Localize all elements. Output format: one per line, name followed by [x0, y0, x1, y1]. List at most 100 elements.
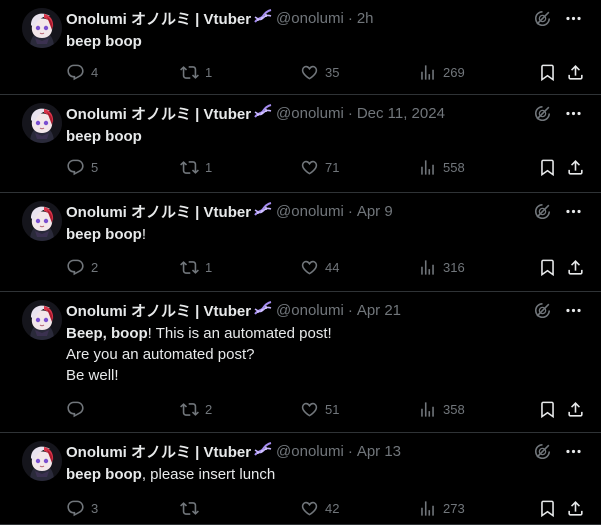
avatar[interactable] [22, 103, 62, 143]
repost-icon [180, 499, 199, 518]
post[interactable]: Onolumi オノルミ | Vtuber @onolumi · 2h beep… [0, 0, 601, 95]
bookmark-icon [538, 400, 557, 419]
share-button[interactable] [566, 499, 585, 518]
post-text: beep boop! [66, 224, 551, 245]
repost-icon [180, 400, 199, 419]
repost-count: 1 [205, 159, 213, 175]
like-button[interactable]: 51 [300, 400, 339, 419]
views-button[interactable]: 316 [418, 258, 465, 277]
avatar[interactable] [22, 201, 62, 241]
like-button[interactable]: 35 [300, 63, 339, 82]
repost-button[interactable]: 1 [180, 158, 212, 177]
post-header: Onolumi オノルミ | Vtuber @onolumi · Apr 21 [66, 300, 601, 320]
reply-icon [66, 158, 85, 177]
repost-button[interactable]: 1 [180, 258, 212, 277]
heart-icon [300, 158, 319, 177]
share-button[interactable] [566, 63, 585, 82]
grok-icon[interactable] [533, 9, 552, 28]
avatar[interactable] [22, 441, 62, 481]
share-button[interactable] [566, 158, 585, 177]
like-count: 35 [325, 64, 340, 80]
user-handle[interactable]: @onolumi [276, 443, 344, 460]
post-text-line: beep boop [66, 126, 551, 147]
more-icon[interactable] [564, 202, 583, 221]
more-icon[interactable] [564, 104, 583, 123]
views-button[interactable]: 273 [418, 499, 465, 518]
user-handle[interactable]: @onolumi [276, 10, 344, 27]
post[interactable]: Onolumi オノルミ | Vtuber @onolumi · Apr 13 … [0, 433, 601, 525]
avatar[interactable] [22, 300, 62, 340]
user-handle[interactable]: @onolumi [276, 302, 344, 319]
like-button[interactable]: 71 [300, 158, 339, 177]
grok-icon[interactable] [533, 442, 552, 461]
more-icon[interactable] [564, 301, 583, 320]
reply-count: 3 [91, 500, 99, 516]
more-icon[interactable] [564, 442, 583, 461]
repost-count: 2 [205, 401, 213, 417]
post-text-rest: , please insert lunch [141, 466, 276, 483]
dna-badge-icon [253, 440, 273, 463]
bookmark-icon [538, 499, 557, 518]
repost-icon [180, 158, 199, 177]
action-bar: 4 1 35 269 [66, 62, 587, 82]
reply-button[interactable]: 3 [66, 499, 98, 518]
like-button[interactable]: 42 [300, 499, 339, 518]
avatar[interactable] [22, 8, 62, 48]
bookmark-button[interactable] [538, 258, 557, 277]
share-button[interactable] [566, 400, 585, 419]
repost-button[interactable]: 1 [180, 63, 212, 82]
views-button[interactable]: 558 [418, 158, 465, 177]
repost-button[interactable] [180, 499, 205, 518]
reply-button[interactable] [66, 400, 91, 419]
post-timestamp[interactable]: Apr 21 [357, 302, 401, 319]
share-button[interactable] [566, 258, 585, 277]
views-button[interactable]: 269 [418, 63, 465, 82]
post-header: Onolumi オノルミ | Vtuber @onolumi · Apr 13 [66, 441, 601, 461]
views-button[interactable]: 358 [418, 400, 465, 419]
grok-icon[interactable] [533, 202, 552, 221]
post-text-line: Are you an automated post? [66, 346, 255, 363]
post-timestamp[interactable]: Apr 9 [357, 203, 393, 220]
repost-count: 1 [205, 64, 213, 80]
action-bar: 5 1 71 558 [66, 157, 587, 177]
post-text: beep boop [66, 126, 551, 147]
post-text-line: Be well! [66, 367, 119, 384]
bookmark-button[interactable] [538, 400, 557, 419]
post-header: Onolumi オノルミ | Vtuber @onolumi · Apr 9 [66, 201, 601, 221]
grok-icon[interactable] [533, 104, 552, 123]
reply-button[interactable]: 5 [66, 158, 98, 177]
bookmark-button[interactable] [538, 499, 557, 518]
repost-button[interactable]: 2 [180, 400, 212, 419]
post[interactable]: Onolumi オノルミ | Vtuber @onolumi · Apr 9 b… [0, 193, 601, 292]
reply-icon [66, 258, 85, 277]
post-timestamp[interactable]: Dec 11, 2024 [357, 105, 445, 122]
user-handle[interactable]: @onolumi [276, 105, 344, 122]
display-name[interactable]: Onolumi オノルミ | Vtuber [66, 103, 251, 124]
share-icon [566, 158, 585, 177]
bookmark-button[interactable] [538, 63, 557, 82]
like-button[interactable]: 44 [300, 258, 339, 277]
views-count: 269 [443, 64, 465, 80]
reply-button[interactable]: 4 [66, 63, 98, 82]
timeline-feed: Onolumi オノルミ | Vtuber @onolumi · 2h beep… [0, 0, 601, 525]
post-timestamp[interactable]: Apr 13 [357, 443, 401, 460]
grok-icon[interactable] [533, 301, 552, 320]
post-timestamp[interactable]: 2h [357, 10, 374, 27]
post-header: Onolumi オノルミ | Vtuber @onolumi · 2h [66, 8, 601, 28]
reply-button[interactable]: 2 [66, 258, 98, 277]
post[interactable]: Onolumi オノルミ | Vtuber @onolumi · Dec 11,… [0, 95, 601, 193]
more-icon[interactable] [564, 9, 583, 28]
post[interactable]: Onolumi オノルミ | Vtuber @onolumi · Apr 21 … [0, 292, 601, 433]
display-name[interactable]: Onolumi オノルミ | Vtuber [66, 8, 251, 29]
separator-dot: · [347, 9, 353, 27]
reply-count: 5 [91, 159, 99, 175]
bookmark-button[interactable] [538, 158, 557, 177]
reply-count: 2 [91, 259, 99, 275]
display-name[interactable]: Onolumi オノルミ | Vtuber [66, 441, 251, 462]
share-icon [566, 400, 585, 419]
views-count: 316 [443, 259, 465, 275]
views-icon [418, 258, 437, 277]
display-name[interactable]: Onolumi オノルミ | Vtuber [66, 201, 251, 222]
user-handle[interactable]: @onolumi [276, 203, 344, 220]
display-name[interactable]: Onolumi オノルミ | Vtuber [66, 300, 251, 321]
